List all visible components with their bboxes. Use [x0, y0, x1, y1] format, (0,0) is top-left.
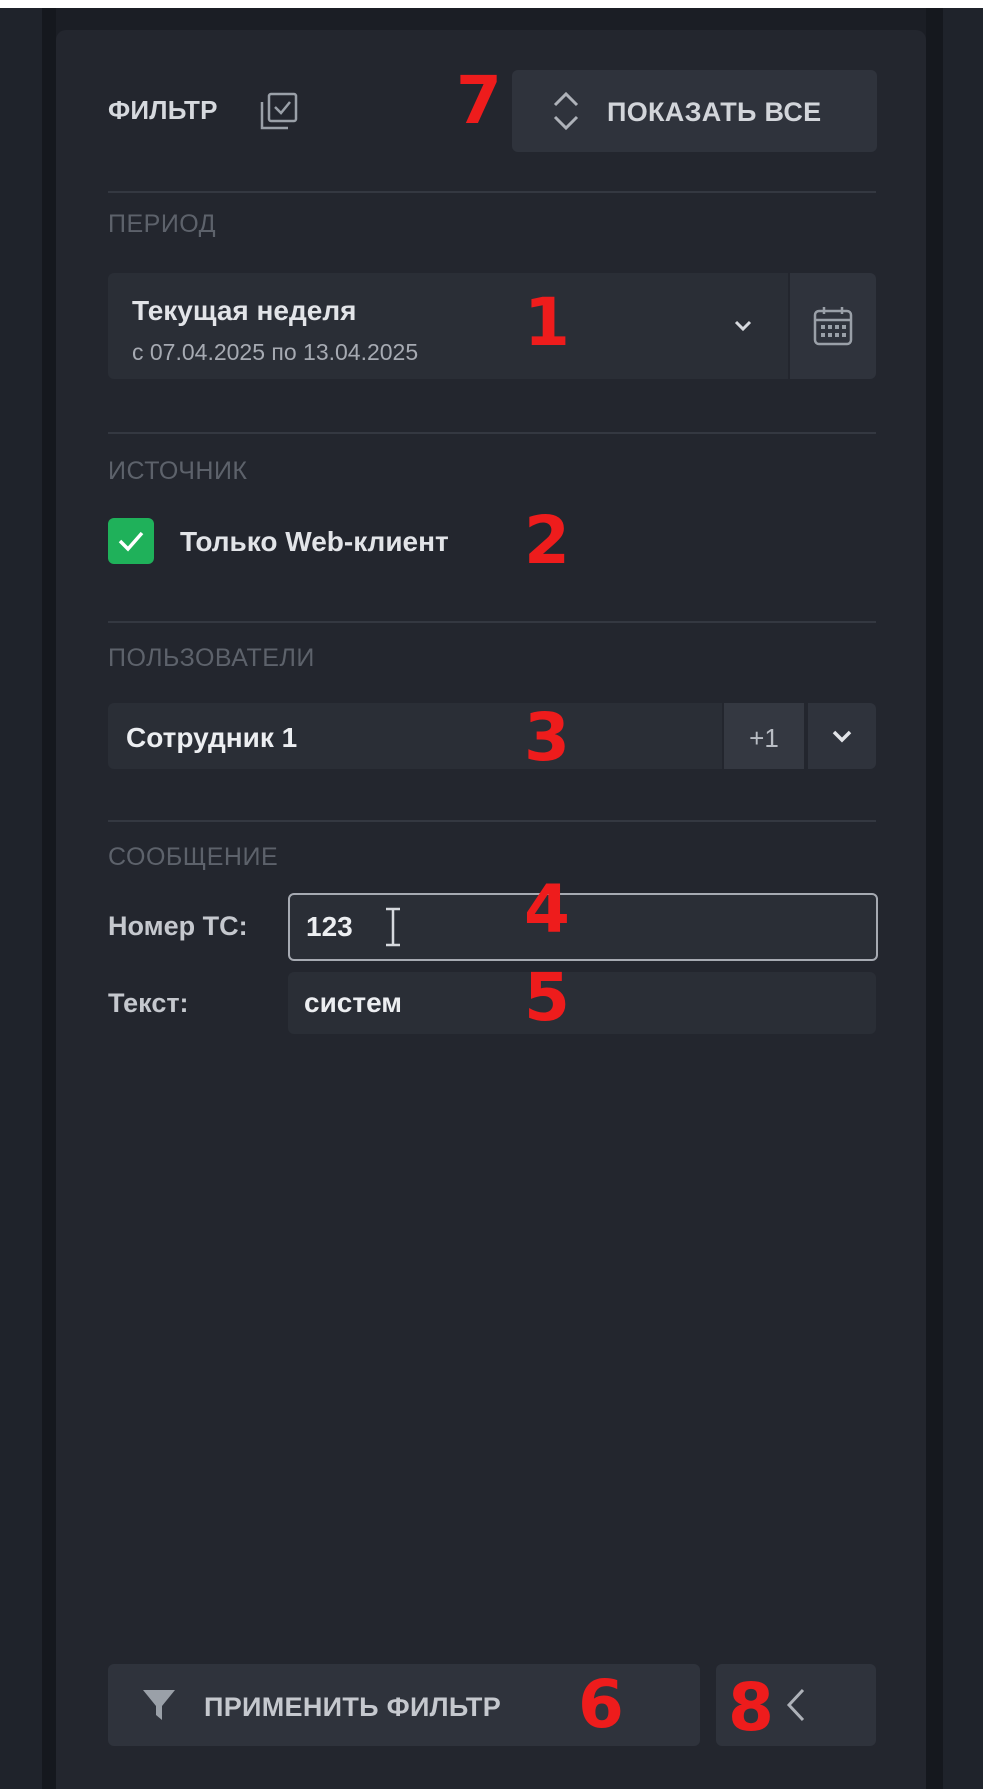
period-selected-value: Текущая неделя: [132, 295, 357, 326]
checkmark-icon: [118, 531, 144, 552]
calendar-button[interactable]: [790, 273, 876, 379]
funnel-icon: [143, 1690, 175, 1720]
annotation-marker-6: 6: [578, 1666, 624, 1743]
divider: [108, 621, 876, 623]
divider: [108, 820, 876, 822]
left-pane: [0, 8, 42, 1789]
checkbox-stack-icon[interactable]: [258, 90, 300, 132]
annotation-marker-3: 3: [524, 699, 570, 776]
source-section-label: ИСТОЧНИК: [108, 457, 248, 485]
annotation-marker-1: 1: [524, 284, 570, 361]
chevron-left-icon: [786, 1688, 805, 1722]
right-pane-edge: [926, 8, 943, 1789]
annotation-marker-7: 7: [456, 62, 502, 139]
filter-title: ФИЛЬТР: [108, 95, 218, 125]
users-select[interactable]: Сотрудник 1: [108, 703, 722, 769]
period-section-label: ПЕРИОД: [108, 210, 217, 238]
divider: [108, 432, 876, 434]
users-extra-count-badge[interactable]: +1: [724, 703, 804, 769]
divider: [108, 191, 876, 193]
vehicle-number-label: Номер ТС:: [108, 911, 248, 941]
show-all-label: ПОКАЗАТЬ ВСЕ: [607, 97, 822, 127]
annotation-marker-8: 8: [728, 1669, 774, 1746]
vehicle-number-field[interactable]: [288, 893, 878, 961]
apply-filter-label: ПРИМЕНИТЬ ФИЛЬТР: [204, 1692, 502, 1722]
users-dropdown-button[interactable]: [808, 703, 876, 769]
chevron-down-icon: [734, 320, 752, 332]
annotation-marker-4: 4: [524, 871, 570, 948]
expand-vertical-icon: [553, 91, 579, 131]
annotation-marker-5: 5: [524, 959, 570, 1036]
users-selected-value: Сотрудник 1: [126, 722, 298, 753]
web-client-only-label[interactable]: Только Web-клиент: [180, 526, 449, 558]
right-pane: [943, 8, 983, 1789]
web-client-only-checkbox[interactable]: [108, 518, 154, 564]
text-cursor-icon: [386, 907, 400, 947]
period-range: с 07.04.2025 по 13.04.2025: [132, 339, 419, 365]
users-extra-count: +1: [749, 723, 779, 753]
text-label: Текст:: [108, 988, 189, 1018]
top-strip: [0, 0, 983, 8]
users-section-label: ПОЛЬЗОВАТЕЛИ: [108, 644, 315, 672]
message-section-label: СООБЩЕНИЕ: [108, 843, 279, 871]
period-select[interactable]: Текущая неделя с 07.04.2025 по 13.04.202…: [108, 273, 788, 379]
annotation-marker-2: 2: [524, 502, 570, 579]
chevron-down-icon: [832, 730, 852, 743]
show-all-button[interactable]: ПОКАЗАТЬ ВСЕ: [512, 70, 877, 152]
left-pane-edge: [42, 8, 56, 1789]
calendar-icon: [813, 307, 853, 346]
text-field[interactable]: [288, 972, 876, 1034]
